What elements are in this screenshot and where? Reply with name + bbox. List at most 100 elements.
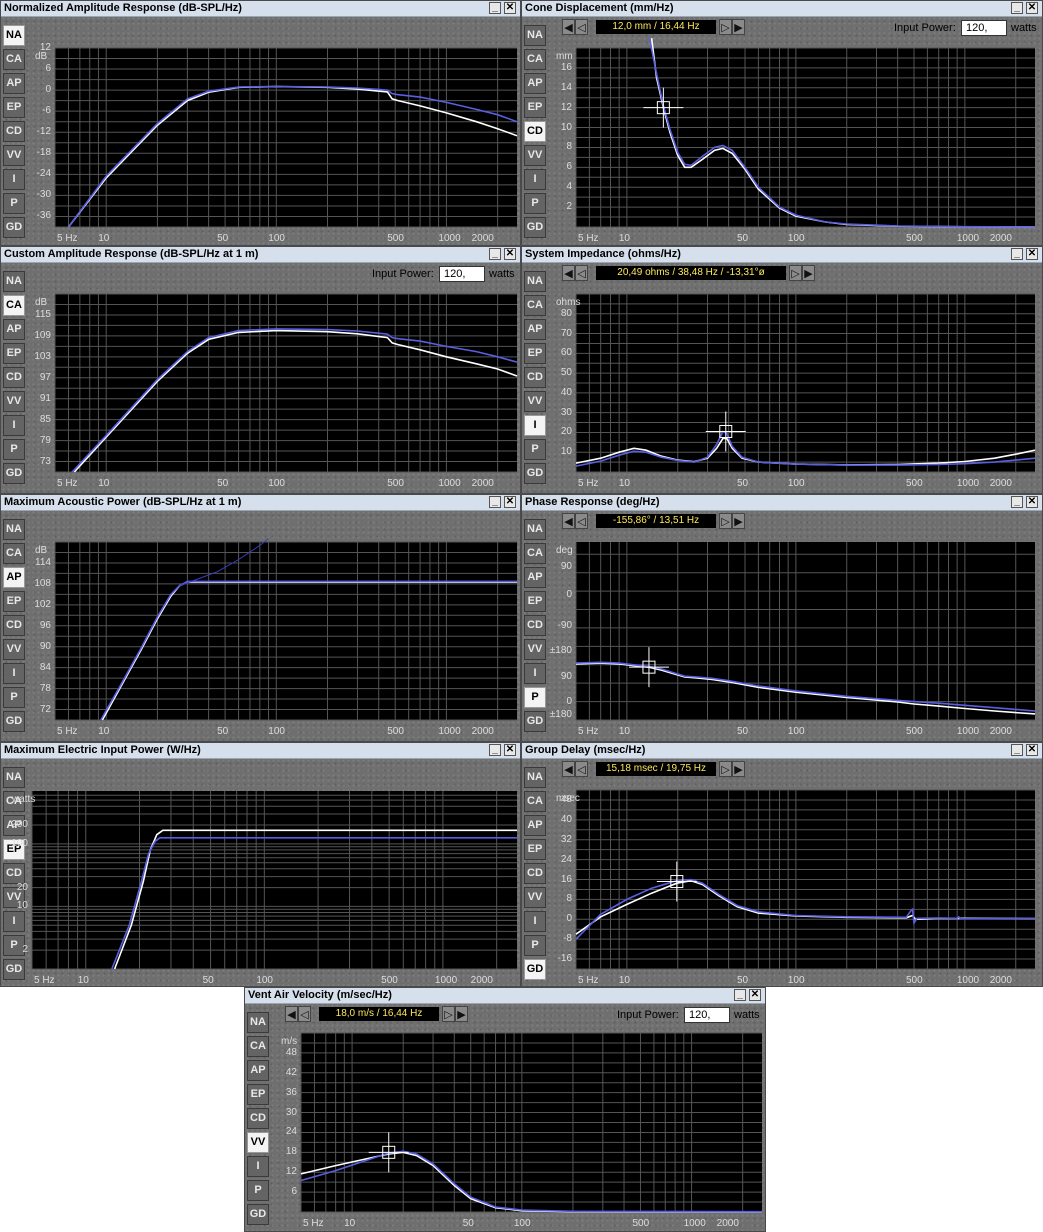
- tab-gd[interactable]: GD: [524, 217, 546, 238]
- tab-ep[interactable]: EP: [247, 1084, 269, 1105]
- y-tick-label: 24: [285, 1126, 297, 1138]
- cursor-readout: 18,0 m/s / 16,44 Hz: [319, 1007, 439, 1021]
- minimize-button[interactable]: _: [489, 2, 501, 14]
- tab-na[interactable]: NA: [524, 25, 546, 46]
- minimize-button[interactable]: _: [1011, 496, 1023, 508]
- window-title: Custom Amplitude Response (dB-SPL/Hz at …: [4, 248, 259, 260]
- tab-gd[interactable]: GD: [524, 463, 546, 484]
- x-tick-label: 10: [344, 1218, 356, 1229]
- minimize-button[interactable]: _: [489, 248, 501, 260]
- input-power-field[interactable]: 120,: [684, 1007, 730, 1023]
- y-tick-label: 42: [285, 1066, 297, 1078]
- x-tick-label: 500: [387, 726, 404, 737]
- nav-step-forward-icon[interactable]: ▷: [719, 761, 732, 777]
- close-button[interactable]: ✕: [1026, 2, 1038, 14]
- close-button[interactable]: ✕: [504, 248, 516, 260]
- nav-next-icon[interactable]: ▶: [455, 1006, 468, 1022]
- nav-step-forward-icon[interactable]: ▷: [442, 1006, 455, 1022]
- input-power-label: Input Power:: [617, 1009, 679, 1021]
- cursor-navigator: ◀ ◁ -155,86° / 13,51 Hz ▷ ▶: [562, 513, 822, 531]
- minimize-button[interactable]: _: [734, 989, 746, 1001]
- nav-next-icon[interactable]: ▶: [732, 513, 745, 529]
- y-tick-label: 16: [560, 61, 572, 73]
- tab-na[interactable]: NA: [524, 767, 546, 788]
- tab-na[interactable]: NA: [3, 767, 25, 788]
- y-tick-label: -36: [36, 210, 51, 222]
- tab-gd[interactable]: GD: [3, 959, 25, 980]
- window-title: System Impedance (ohms/Hz): [525, 248, 681, 260]
- y-tick-label: 0: [566, 913, 572, 925]
- y-tick-label: 79: [39, 434, 51, 446]
- close-button[interactable]: ✕: [1026, 744, 1038, 756]
- nav-next-icon[interactable]: ▶: [732, 761, 745, 777]
- nav-step-forward-icon[interactable]: ▷: [789, 265, 802, 281]
- chart-svg: [31, 791, 517, 970]
- cursor-readout: 12,0 mm / 16,44 Hz: [596, 20, 716, 34]
- cursor-navigator: ◀ ◁ 20,49 ohms / 38,48 Hz / -13,31°ø ▷ ▶: [562, 265, 822, 283]
- tab-na[interactable]: NA: [247, 1012, 269, 1033]
- y-tick-label: 48: [285, 1046, 297, 1058]
- input-power-field[interactable]: 120,: [961, 20, 1007, 36]
- tab-vv[interactable]: VV: [247, 1132, 269, 1153]
- tab-p[interactable]: P: [247, 1180, 269, 1201]
- minimize-button[interactable]: _: [1011, 744, 1023, 756]
- nav-prev-icon[interactable]: ◀: [562, 761, 575, 777]
- tab-cd[interactable]: CD: [247, 1108, 269, 1129]
- tab-ap[interactable]: AP: [247, 1060, 269, 1081]
- nav-prev-icon[interactable]: ◀: [562, 265, 575, 281]
- y-tick-label: 48: [560, 793, 572, 805]
- nav-step-forward-icon[interactable]: ▷: [719, 513, 732, 529]
- y-tick-label: 10: [560, 446, 572, 458]
- tab-na[interactable]: NA: [524, 271, 546, 292]
- close-button[interactable]: ✕: [749, 989, 761, 1001]
- nav-step-back-icon[interactable]: ◁: [575, 265, 588, 281]
- close-button[interactable]: ✕: [1026, 496, 1038, 508]
- nav-next-icon[interactable]: ▶: [732, 19, 745, 35]
- close-button[interactable]: ✕: [1026, 248, 1038, 260]
- tab-i[interactable]: I: [247, 1156, 269, 1177]
- x-tick-label: 50: [202, 975, 214, 986]
- tab-na[interactable]: NA: [524, 519, 546, 540]
- y-tick-label: 100: [11, 837, 28, 849]
- x-tick-label: 1000: [438, 478, 461, 489]
- nav-step-back-icon[interactable]: ◁: [575, 19, 588, 35]
- y-tick-label: 96: [39, 619, 51, 631]
- tab-ca[interactable]: CA: [247, 1036, 269, 1057]
- cursor-marker: [628, 647, 669, 688]
- nav-next-icon[interactable]: ▶: [802, 265, 815, 281]
- y-tick-label: 114: [35, 556, 51, 568]
- x-tick-label: 5 Hz: [34, 975, 55, 986]
- nav-step-back-icon[interactable]: ◁: [298, 1006, 311, 1022]
- nav-step-forward-icon[interactable]: ▷: [719, 19, 732, 35]
- cursor-navigator: ◀ ◁ 12,0 mm / 16,44 Hz ▷ ▶: [562, 19, 822, 37]
- minimize-button[interactable]: _: [489, 744, 501, 756]
- close-button[interactable]: ✕: [504, 2, 516, 14]
- window-si: System Impedance (ohms/Hz) _ ✕ NA CA AP EP CD VV…: [521, 246, 1043, 494]
- minimize-button[interactable]: _: [1011, 2, 1023, 14]
- input-power-field[interactable]: 120,: [439, 266, 485, 282]
- y-tick-label: 18: [285, 1146, 297, 1158]
- y-tick-label: 32: [560, 833, 572, 845]
- title-bar: Cone Displacement (mm/Hz) _ ✕: [522, 1, 1042, 17]
- y-tick-label: 6: [291, 1186, 297, 1198]
- nav-step-back-icon[interactable]: ◁: [575, 761, 588, 777]
- tab-gd[interactable]: GD: [247, 1204, 269, 1225]
- nav-prev-icon[interactable]: ◀: [562, 513, 575, 529]
- close-button[interactable]: ✕: [504, 744, 516, 756]
- tab-na[interactable]: NA: [3, 271, 25, 292]
- nav-prev-icon[interactable]: ◀: [285, 1006, 298, 1022]
- plot-area: [54, 538, 517, 721]
- x-tick-label: 50: [736, 233, 749, 244]
- minimize-button[interactable]: _: [489, 496, 501, 508]
- close-button[interactable]: ✕: [504, 496, 516, 508]
- tab-i[interactable]: I: [3, 911, 25, 932]
- y-tick-label: 12: [560, 101, 572, 113]
- minimize-button[interactable]: _: [1011, 248, 1023, 260]
- nav-prev-icon[interactable]: ◀: [562, 19, 575, 35]
- tab-na[interactable]: NA: [3, 519, 25, 540]
- x-tick-label: 10: [618, 726, 630, 737]
- y-tick-label: 80: [560, 307, 572, 319]
- plot-area: [575, 789, 1036, 970]
- nav-step-back-icon[interactable]: ◁: [575, 513, 588, 529]
- x-tick-label: 1000: [438, 726, 461, 737]
